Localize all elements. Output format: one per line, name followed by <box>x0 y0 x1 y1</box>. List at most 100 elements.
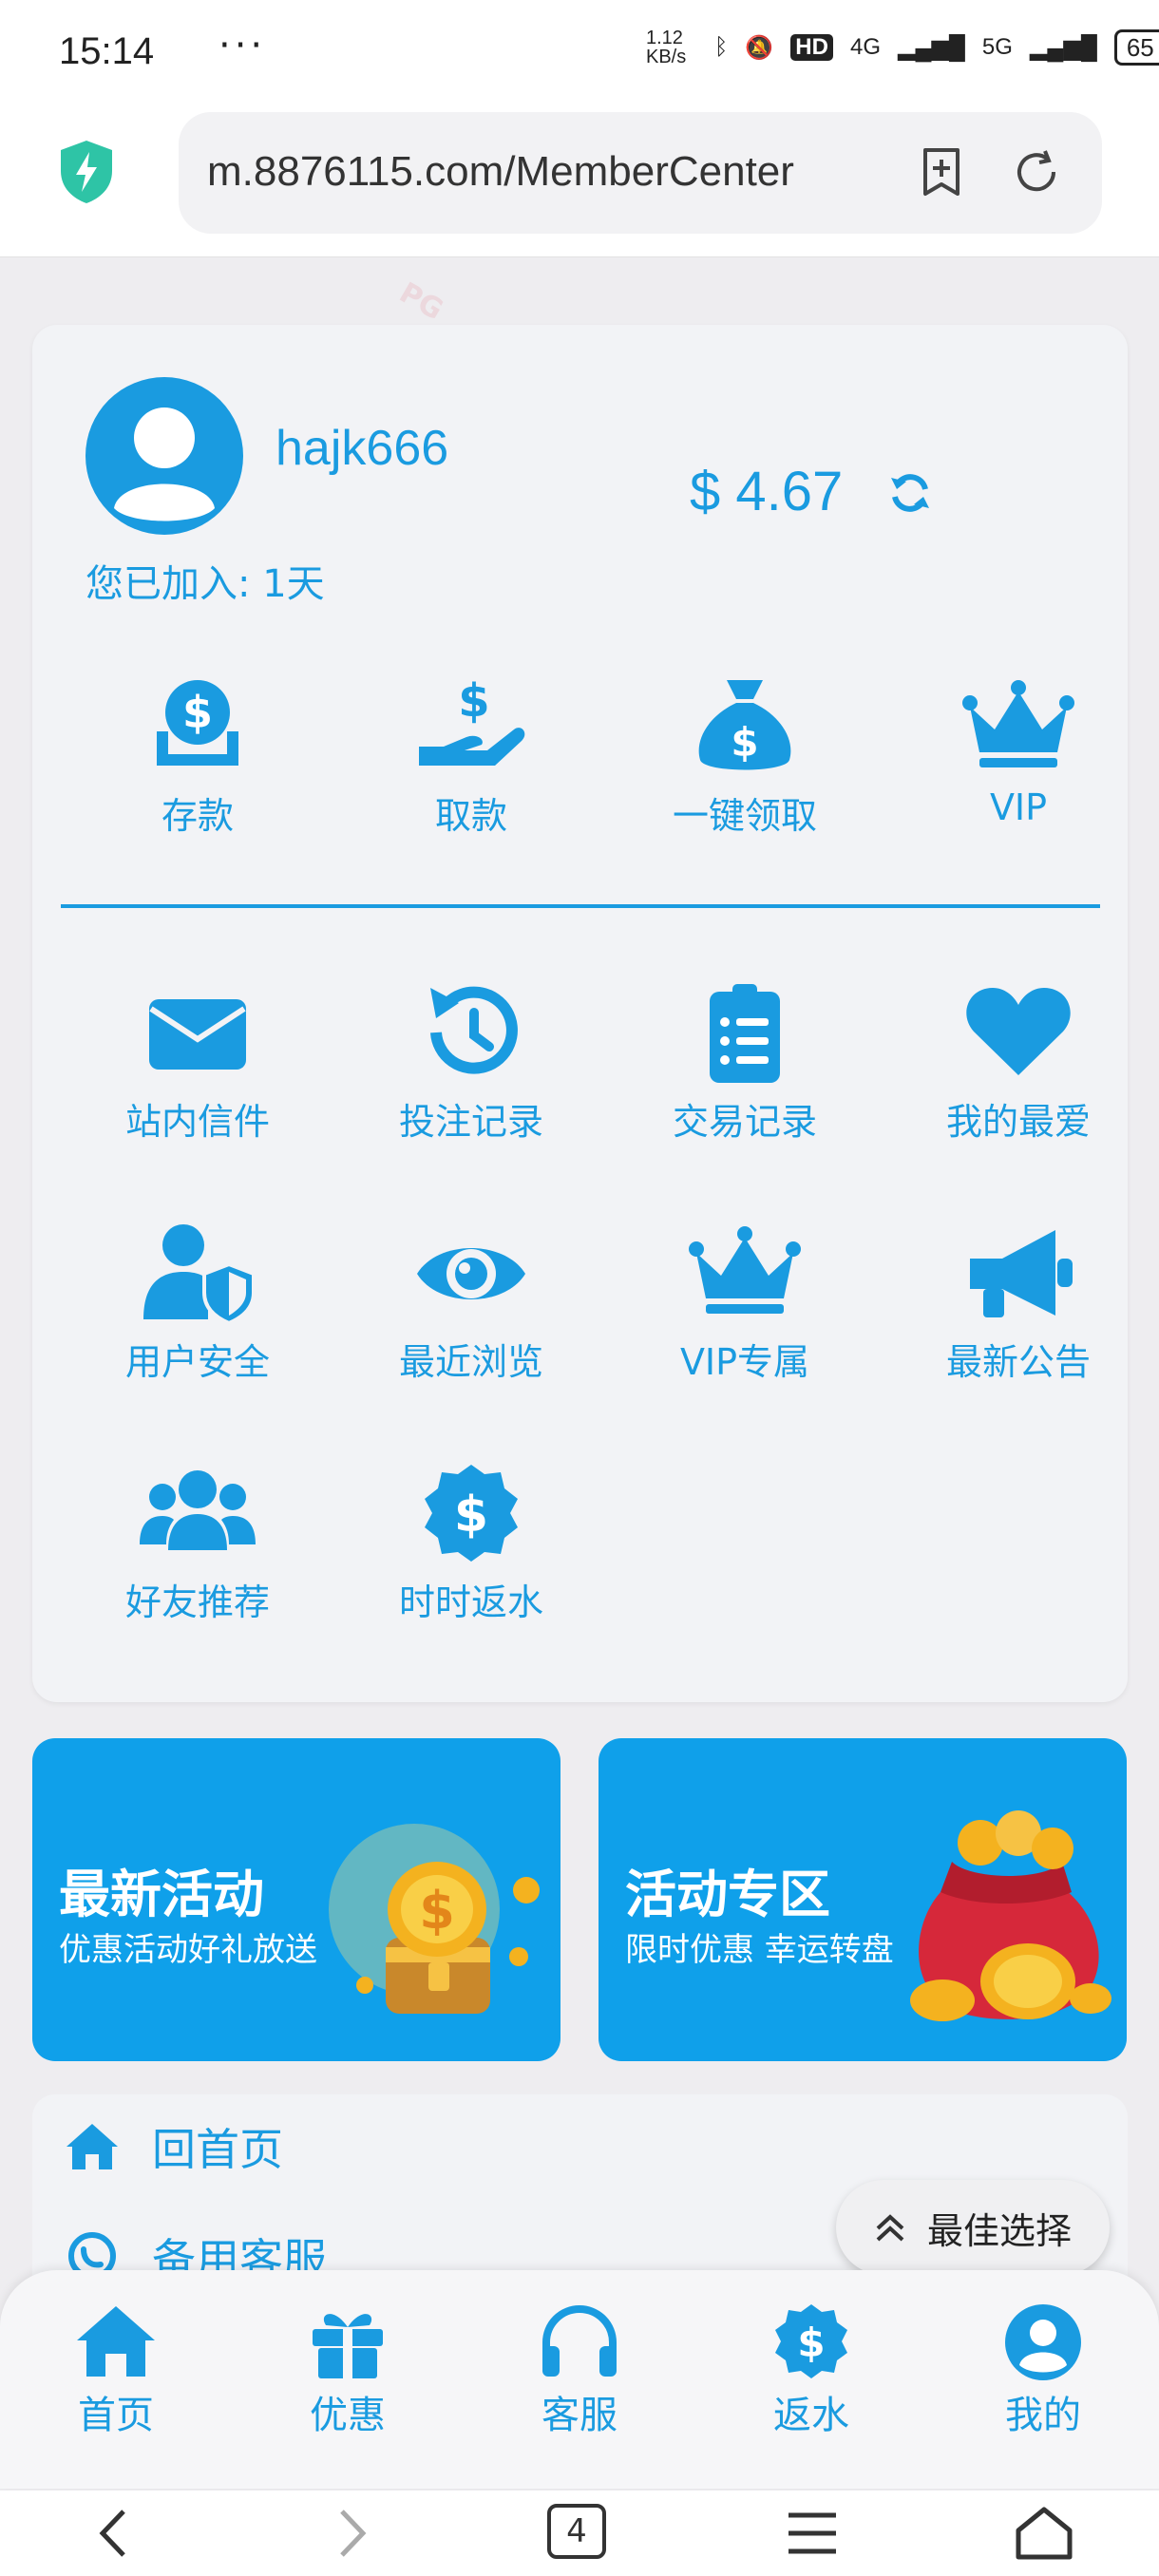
forward-arrow-icon[interactable] <box>317 2504 384 2563</box>
envelope-icon <box>149 999 246 1070</box>
link-home-label: 回首页 <box>152 2124 283 2175</box>
vip-label: VIP <box>989 786 1048 828</box>
menu-vip-exclusive[interactable]: VIP专属 <box>608 1221 882 1392</box>
withdraw-label: 取款 <box>434 795 507 837</box>
banner-latest-events[interactable]: 最新活动 优惠活动好礼放送 $ <box>32 1738 560 2061</box>
refresh-icon[interactable] <box>887 470 933 516</box>
menu-bet-records[interactable]: 投注记录 <box>334 980 608 1151</box>
shield-lightning-icon[interactable] <box>57 139 116 205</box>
home-icon <box>66 2124 118 2169</box>
nav-home[interactable]: 首页 <box>30 2302 201 2439</box>
balance: $ 4.67 <box>690 461 844 522</box>
menu-referral[interactable]: 好友推荐 <box>61 1461 334 1632</box>
home-outline-icon[interactable] <box>1011 2504 1077 2563</box>
user-circle-icon <box>1005 2304 1081 2380</box>
tabs-count-button[interactable]: 4 <box>547 2504 606 2559</box>
red-money-bag-icon <box>910 1810 1112 2021</box>
browser-toolbar: m.8876115.com/MemberCenter <box>0 104 1159 257</box>
link-home[interactable]: 回首页 <box>63 2115 283 2178</box>
svg-text:$: $ <box>454 1487 488 1544</box>
banner-latest-events-subtitle: 优惠活动好礼放送 <box>59 1931 317 1969</box>
clipboard-list-icon <box>710 984 780 1083</box>
nav-home-label: 首页 <box>78 2394 154 2437</box>
bookmark-add-icon[interactable] <box>916 146 967 198</box>
menu-account-security[interactable]: 用户安全 <box>61 1221 334 1392</box>
url-text[interactable]: m.8876115.com/MemberCenter <box>207 148 839 196</box>
menu-instant-rebate[interactable]: $ 时时返水 <box>334 1461 608 1632</box>
menu-announcements-label: 最新公告 <box>945 1341 1091 1383</box>
deposit-coin-icon: $ <box>157 680 238 766</box>
signal-4g: 4G <box>849 34 881 60</box>
svg-text:$: $ <box>419 1881 455 1941</box>
banner-promo-zone[interactable]: 活动专区 限时优惠 幸运转盘 <box>598 1738 1127 2061</box>
nav-promotions[interactable]: 优惠 <box>262 2302 433 2439</box>
menu-vip-exclusive-label: VIP专属 <box>679 1341 810 1383</box>
menu-recent-views[interactable]: 最近浏览 <box>334 1221 608 1392</box>
user-shield-icon <box>143 1224 256 1325</box>
crown-icon <box>962 680 1074 767</box>
menu-transactions[interactable]: 交易记录 <box>608 980 882 1151</box>
svg-text:$: $ <box>797 2320 825 2366</box>
menu-icon[interactable] <box>779 2504 846 2563</box>
svg-text:$: $ <box>458 674 489 728</box>
dollar-badge-icon: $ <box>425 1465 518 1562</box>
menu-messages[interactable]: 站内信件 <box>61 980 334 1151</box>
nav-rebate-label: 返水 <box>773 2394 849 2437</box>
nav-profile[interactable]: 我的 <box>958 2302 1129 2439</box>
signal-bars-icon: ▂▄▆█ <box>1029 34 1097 61</box>
gold-coin-chest-icon: $ <box>329 1824 540 2014</box>
bottom-nav: 首页 优惠 客服 $ 返水 我的 <box>0 2270 1159 2489</box>
history-icon <box>430 986 518 1074</box>
one-click-claim-label: 一键领取 <box>672 795 817 837</box>
avatar[interactable] <box>86 377 243 535</box>
mute-bell-icon: 🔕 <box>745 34 774 61</box>
users-icon <box>140 1470 256 1550</box>
status-time: 15:14 <box>59 30 155 72</box>
home-icon <box>77 2306 155 2377</box>
reload-icon[interactable] <box>1011 146 1062 198</box>
back-arrow-icon[interactable] <box>82 2504 148 2563</box>
menu-bet-records-label: 投注记录 <box>398 1101 543 1143</box>
menu-favorites[interactable]: 我的最爱 <box>882 980 1155 1151</box>
join-duration: 您已加入: 1天 <box>86 562 325 606</box>
one-click-claim-button[interactable]: $ 一键领取 <box>608 674 882 845</box>
menu-instant-rebate-label: 时时返水 <box>398 1582 543 1623</box>
nav-support-label: 客服 <box>542 2394 618 2437</box>
deposit-button[interactable]: $ 存款 <box>61 674 334 845</box>
nav-support[interactable]: 客服 <box>494 2302 665 2439</box>
double-chevron-up-icon <box>876 2214 904 2242</box>
svg-text:$: $ <box>731 719 758 766</box>
hd-badge: HD <box>790 34 833 61</box>
heart-icon <box>966 988 1071 1075</box>
best-choice-label: 最佳选择 <box>926 2209 1072 2252</box>
menu-messages-label: 站内信件 <box>124 1101 270 1143</box>
status-more: ··· <box>218 24 267 67</box>
status-icons: 1.12 KB/s ᛒ 🔕 HD 4G ▂▄▆█ 5G ▂▄▆█ 65 <box>646 28 1159 66</box>
money-bag-icon: $ <box>698 680 791 770</box>
eye-icon <box>417 1248 525 1299</box>
svg-text:$: $ <box>182 687 213 738</box>
crown-icon <box>689 1226 801 1314</box>
vip-button[interactable]: VIP <box>882 674 1155 845</box>
banner-latest-events-title: 最新活动 <box>59 1865 264 1924</box>
menu-favorites-label: 我的最爱 <box>945 1101 1091 1143</box>
best-choice-button[interactable]: 最佳选择 <box>836 2180 1110 2275</box>
address-bar[interactable]: m.8876115.com/MemberCenter <box>179 112 1102 234</box>
bluetooth-icon: ᛒ <box>714 34 729 60</box>
dollar-badge-icon: $ <box>775 2304 847 2378</box>
browser-nav-bar: 4 <box>0 2491 1159 2576</box>
signal-bars-icon: ▂▄▆█ <box>897 34 965 61</box>
withdraw-button[interactable]: $ 取款 <box>334 674 608 845</box>
menu-recent-views-label: 最近浏览 <box>398 1341 543 1383</box>
username: hajk666 <box>276 421 449 476</box>
status-bar: 15:14 ··· 1.12 KB/s ᛒ 🔕 HD 4G ▂▄▆█ 5G ▂▄… <box>0 0 1159 104</box>
deposit-label: 存款 <box>161 795 234 837</box>
member-card: hajk666 $ 4.67 您已加入: 1天 $ 存款 $ 取款 $ 一键领取 <box>32 325 1128 1702</box>
menu-announcements[interactable]: 最新公告 <box>882 1221 1155 1392</box>
nav-promotions-label: 优惠 <box>310 2394 386 2437</box>
menu-transactions-label: 交易记录 <box>672 1101 817 1143</box>
menu-referral-label: 好友推荐 <box>124 1582 270 1623</box>
net-speed: 1.12 KB/s <box>646 28 687 67</box>
gift-icon <box>313 2314 383 2378</box>
nav-rebate[interactable]: $ 返水 <box>726 2302 897 2439</box>
